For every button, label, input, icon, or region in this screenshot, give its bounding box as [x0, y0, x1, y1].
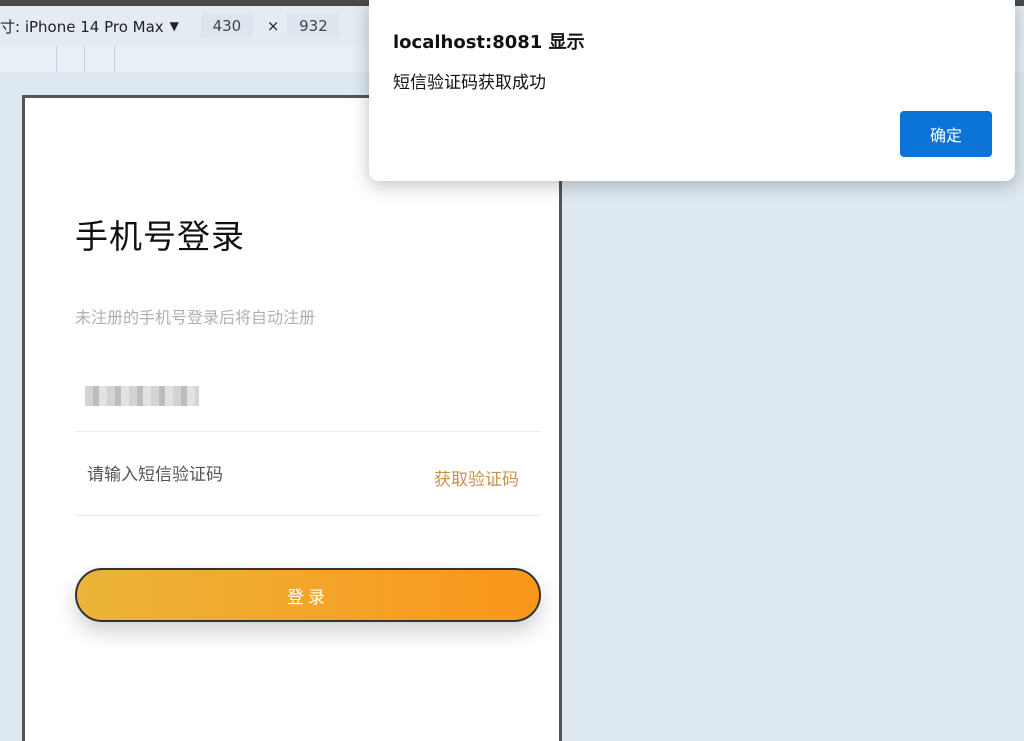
width-input[interactable]: 430: [200, 13, 253, 39]
page-subtitle: 未注册的手机号登录后将自动注册: [75, 308, 316, 327]
ruler-mark: [84, 46, 85, 72]
dialog-title: localhost:8081 显示: [393, 32, 585, 53]
page-title: 手机号登录: [75, 217, 245, 256]
get-code-button[interactable]: 获取验证码: [434, 465, 519, 490]
ruler-mark: [114, 46, 115, 72]
device-select[interactable]: 寸: iPhone 14 Pro Max ▼: [0, 16, 179, 37]
height-input[interactable]: 932: [287, 13, 340, 39]
caret-down-icon: ▼: [169, 19, 179, 33]
phone-field[interactable]: [75, 356, 541, 432]
dialog-message: 短信验证码获取成功: [393, 73, 546, 93]
phone-viewport: 手机号登录 未注册的手机号登录后将自动注册 获取验证码 登录: [22, 95, 562, 741]
times-icon: ×: [266, 17, 280, 35]
ruler-mark: [56, 46, 57, 72]
login-page: 手机号登录 未注册的手机号登录后将自动注册 获取验证码 登录: [25, 98, 559, 741]
sms-code-input[interactable]: [87, 462, 347, 488]
phone-number-redacted: [85, 386, 199, 406]
alert-dialog: localhost:8081 显示 短信验证码获取成功 确定: [369, 0, 1015, 181]
device-label: 寸: iPhone 14 Pro Max: [0, 17, 164, 36]
screen: 寸: iPhone 14 Pro Max ▼ 430 × 932 手机号登录 未…: [0, 0, 1024, 741]
login-button[interactable]: 登录: [75, 568, 541, 622]
code-field-row: 获取验证码: [75, 432, 541, 516]
dialog-ok-button[interactable]: 确定: [900, 111, 992, 157]
